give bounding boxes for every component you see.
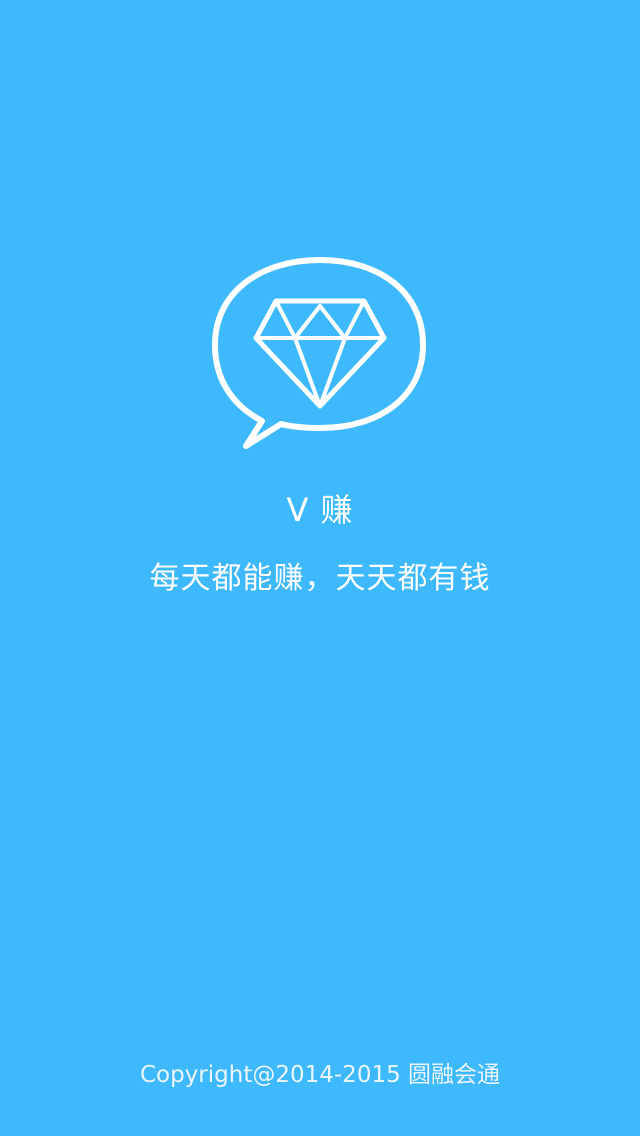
app-name: V 赚 <box>286 491 354 529</box>
copyright-notice: Copyright@2014-2015 圆融会通 <box>139 1062 501 1088</box>
chat-bubble-diamond-icon <box>212 257 426 449</box>
splash-screen: V 赚 每天都能赚，天天都有钱 Copyright@2014-2015 圆融会通 <box>0 0 640 1136</box>
slogan: 每天都能赚，天天都有钱 <box>149 561 491 596</box>
